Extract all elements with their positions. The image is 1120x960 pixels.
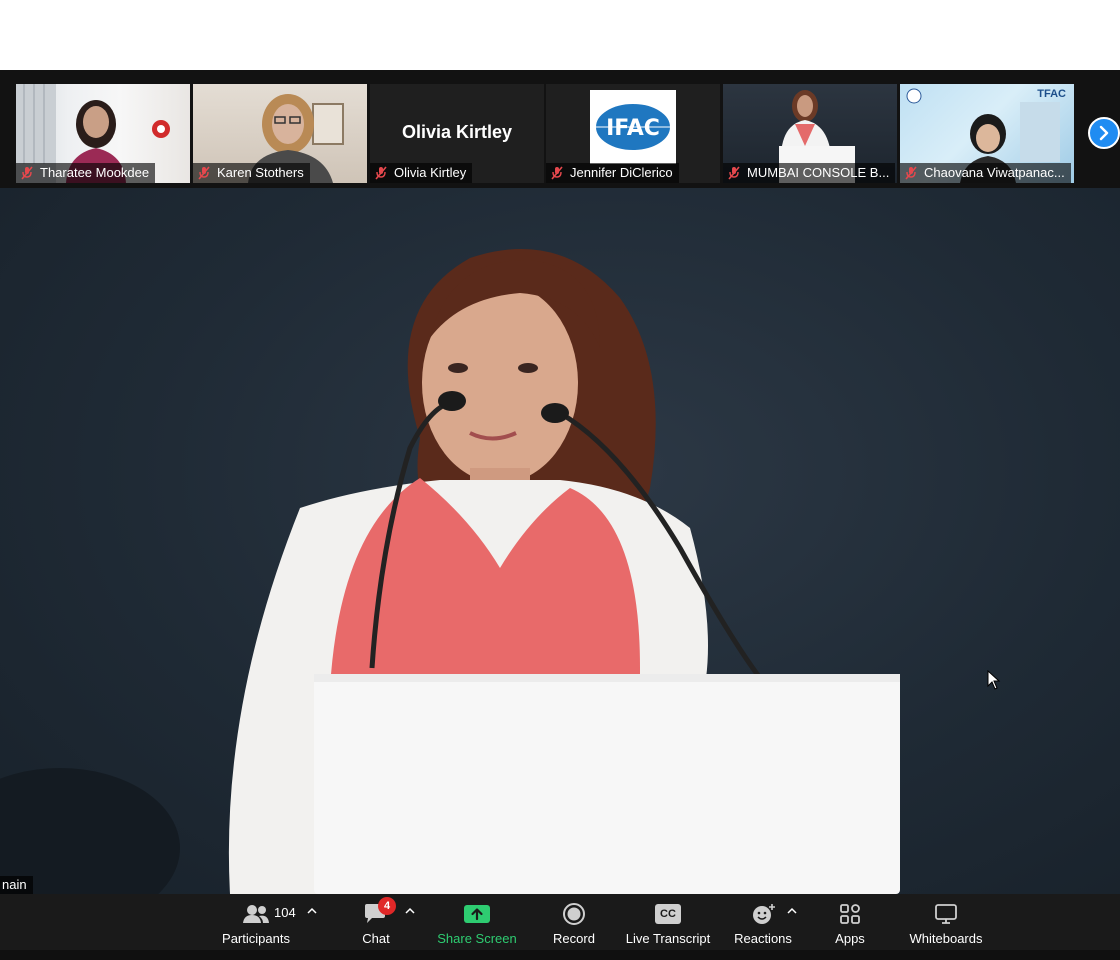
participant-name: Olivia Kirtley [394,165,467,180]
closed-caption-icon: CC [655,904,681,924]
participant-tile[interactable]: Olivia Kirtley Olivia Kirtley [370,84,544,183]
ifac-logo: IFAC [590,90,676,164]
speaker-name-label: nain [0,876,33,894]
whiteboard-icon [935,904,957,924]
zoom-meeting-window: Tharatee Mookdee Karen Stothers Olivia K… [0,70,1120,960]
active-speaker-video: nain [0,188,1120,894]
participants-icon [243,905,269,923]
whiteboards-label: Whiteboards [909,931,983,946]
apps-button[interactable]: Apps [822,894,878,950]
participant-nametag: Jennifer DiClerico [546,163,679,183]
participant-name: Chaovana Viwatpanac... [924,165,1065,180]
participant-nametag: Olivia Kirtley [370,163,473,183]
reactions-button[interactable]: Reactions [728,894,798,950]
muted-mic-icon [375,166,387,180]
apps-icon [840,904,860,924]
share-screen-icon [464,905,490,923]
whiteboards-button[interactable]: Whiteboards [900,894,992,950]
participant-strip: Tharatee Mookdee Karen Stothers Olivia K… [0,70,1120,188]
apps-label: Apps [835,931,865,946]
reactions-icon [753,904,775,924]
participants-count: 104 [274,905,296,920]
mouse-cursor-icon [987,670,1001,690]
record-button[interactable]: Record [544,894,604,950]
participant-tile[interactable]: MUMBAI CONSOLE B... [723,84,897,183]
record-icon [563,903,585,925]
reactions-label: Reactions [734,931,792,946]
muted-mic-icon [551,166,563,180]
ifac-logo-text: IFAC [606,116,660,141]
record-label: Record [553,931,595,946]
participant-tile[interactable]: Tharatee Mookdee [16,84,190,183]
reactions-options-caret-icon[interactable] [787,907,797,915]
muted-mic-icon [198,166,210,180]
participant-nametag: Karen Stothers [193,163,310,183]
participant-name: MUMBAI CONSOLE B... [747,165,890,180]
chevron-right-icon [1099,125,1109,141]
participants-button[interactable]: 104 Participants [212,894,300,950]
share-screen-label: Share Screen [437,931,517,946]
window-bottom-edge [0,950,1120,960]
participant-name: Karen Stothers [217,165,304,180]
muted-mic-icon [21,166,33,180]
participant-tile[interactable]: TFAC Chaovana Viwatpanac... [900,84,1074,183]
chat-button[interactable]: 4 Chat [346,894,406,950]
participants-options-caret-icon[interactable] [307,907,317,915]
muted-mic-icon [905,166,917,180]
desktop-background [0,0,1120,70]
meeting-controls-toolbar: 104 Participants 4 Chat Share Screen Rec… [0,894,1120,950]
participant-display-name: Olivia Kirtley [401,122,513,142]
next-page-button[interactable] [1088,117,1120,149]
participant-tile[interactable]: Karen Stothers [193,84,367,183]
muted-mic-icon [728,166,740,180]
participant-name: Tharatee Mookdee [40,165,150,180]
participant-nametag: Chaovana Viwatpanac... [900,163,1071,183]
participant-tile[interactable]: IFAC Jennifer DiClerico [546,84,720,183]
speaker-video-frame [0,249,900,894]
participants-label: Participants [222,931,290,946]
share-screen-button[interactable]: Share Screen [432,894,522,950]
participant-nametag: Tharatee Mookdee [16,163,156,183]
live-transcript-label: Live Transcript [625,931,711,946]
participant-name: Jennifer DiClerico [570,165,673,180]
chat-label: Chat [362,931,390,946]
participant-nametag: MUMBAI CONSOLE B... [723,163,896,183]
tfac-logo-text: TFAC [1037,88,1066,100]
live-transcript-button[interactable]: CC Live Transcript [620,894,716,950]
chat-options-caret-icon[interactable] [405,907,415,915]
chat-unread-badge: 4 [378,897,396,915]
